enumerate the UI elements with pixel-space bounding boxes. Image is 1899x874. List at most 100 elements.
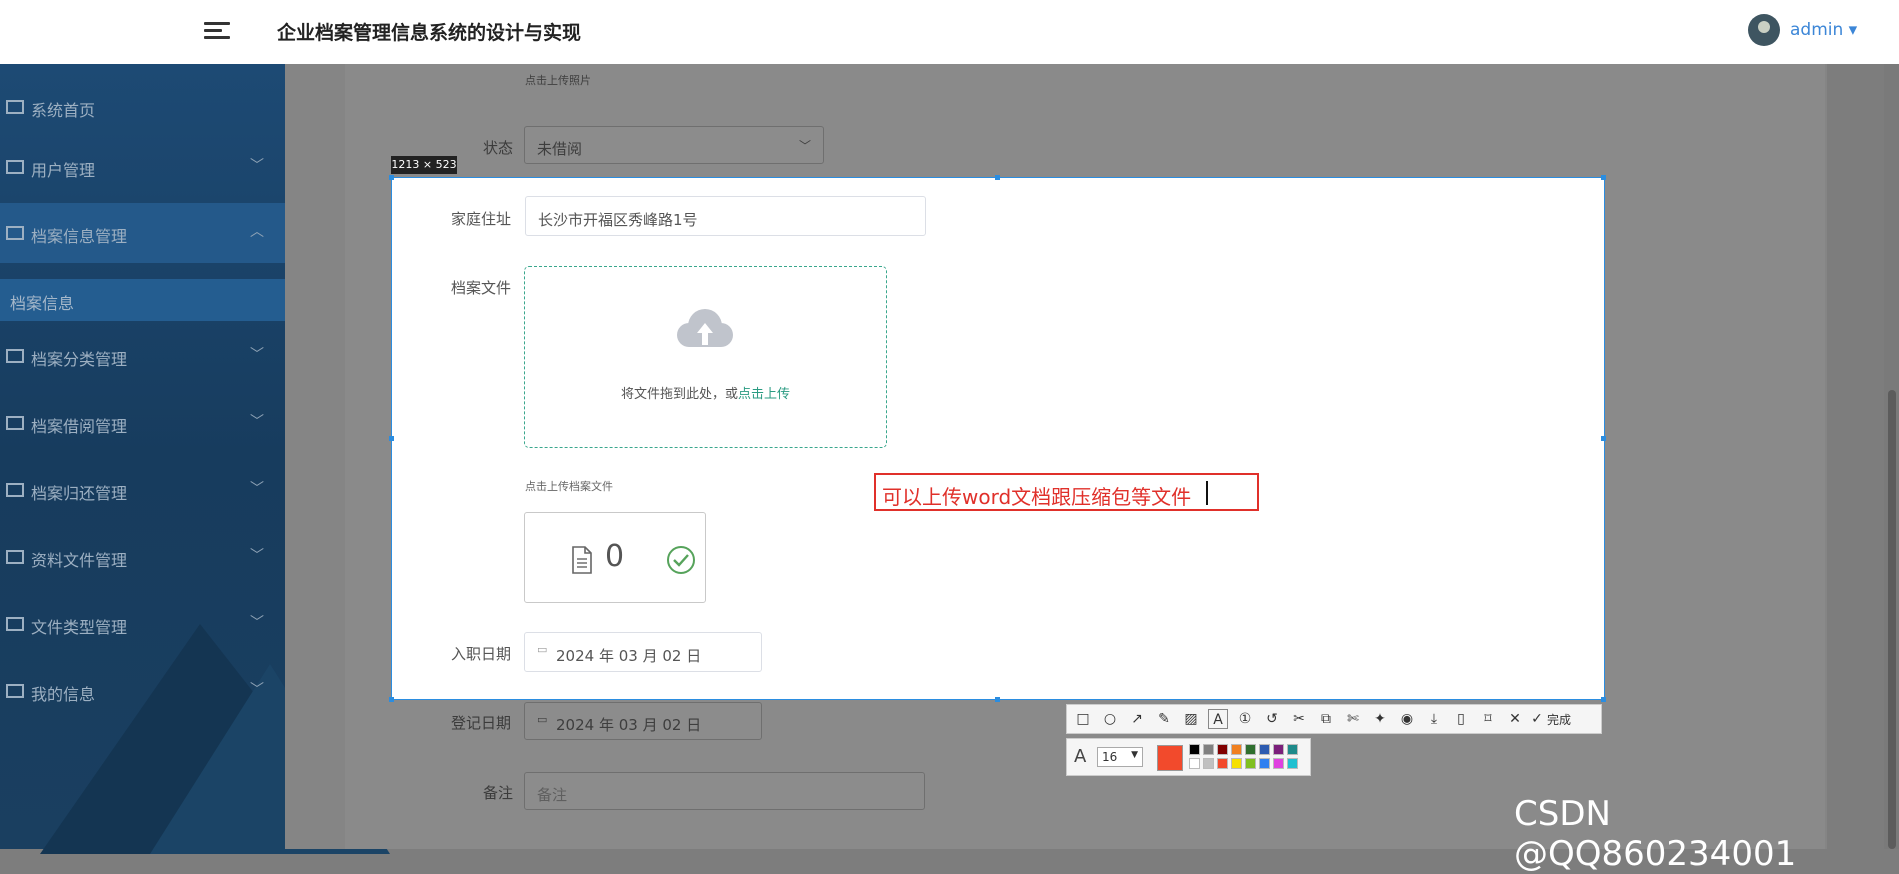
- color-swatch[interactable]: [1287, 758, 1298, 769]
- upload-hint: 将文件拖到此处，或点击上传: [620, 387, 791, 402]
- resize-handle[interactable]: [1601, 436, 1606, 441]
- hire-date-label: 入职日期: [451, 645, 512, 663]
- chevron-icon: ﹀: [250, 158, 264, 174]
- sidebar-item-label: 我的信息: [31, 685, 96, 704]
- color-swatch[interactable]: [1287, 744, 1298, 755]
- download-icon[interactable]: ⤓: [1424, 709, 1444, 729]
- dropdown-arrow-icon: ▼: [1131, 750, 1138, 760]
- address-value: 长沙市开福区秀峰路1号: [538, 211, 698, 229]
- reg-date-value: 2024 年 03 月 02 日: [556, 716, 702, 734]
- upload-cloud-icon: [677, 309, 733, 347]
- sidebar-item[interactable]: 文件类型管理 ﹀: [0, 594, 285, 654]
- close-icon[interactable]: ✕: [1505, 709, 1525, 729]
- scissors-icon[interactable]: ✄: [1343, 709, 1363, 729]
- color-swatch[interactable]: [1203, 744, 1214, 755]
- text-annotation-box[interactable]: 可以上传word文档跟压缩包等文件: [874, 473, 1259, 511]
- chevron-icon: ︿: [250, 224, 264, 240]
- arrow-tool-icon[interactable]: ↗: [1127, 709, 1147, 729]
- color-swatch[interactable]: [1273, 744, 1284, 755]
- upload-link[interactable]: 点击上传: [738, 387, 790, 402]
- capture-toolbar: □ ○ ↗ ✎ ▨ A ① ↺ ✂ ⧉ ✄ ✦ ◉ ⤓ ▯ ⌑ ✕ ✓ 完成: [1066, 704, 1602, 734]
- top-header: 企业档案管理信息系统的设计与实现 admin ▾: [0, 0, 1899, 64]
- uploaded-file-card[interactable]: 0: [524, 512, 706, 603]
- color-swatch[interactable]: [1189, 744, 1200, 755]
- home-icon: [6, 99, 24, 115]
- app-title: 企业档案管理信息系统的设计与实现: [277, 22, 582, 44]
- undo-icon[interactable]: ↺: [1262, 709, 1282, 729]
- sidebar-subitem-archive-info[interactable]: 档案信息: [0, 279, 285, 321]
- done-button[interactable]: 完成: [1547, 711, 1571, 728]
- resize-handle[interactable]: [995, 697, 1000, 702]
- reg-date-label: 登记日期: [451, 714, 512, 732]
- chevron-icon: ﹀: [250, 682, 264, 698]
- sidebar-item[interactable]: 档案借阅管理 ﹀: [0, 393, 285, 453]
- remark-input[interactable]: 备注: [524, 772, 925, 810]
- rectangle-tool-icon[interactable]: □: [1073, 709, 1093, 729]
- reg-date-input[interactable]: ▭ 2024 年 03 月 02 日: [524, 702, 762, 740]
- number-tool-icon[interactable]: ①: [1235, 709, 1255, 729]
- color-swatch[interactable]: [1189, 758, 1200, 769]
- resize-handle[interactable]: [389, 175, 394, 180]
- sidebar-item-label: 档案借阅管理: [31, 417, 128, 436]
- file-count: 0: [605, 539, 625, 574]
- color-swatch[interactable]: [1245, 744, 1256, 755]
- crop-icon[interactable]: ✂: [1289, 709, 1309, 729]
- text-caret: [1206, 481, 1208, 505]
- pen-tool-icon[interactable]: ✎: [1154, 709, 1174, 729]
- check-circle-icon: [667, 546, 695, 574]
- color-swatch[interactable]: [1217, 758, 1228, 769]
- menu-toggle-icon[interactable]: [204, 18, 230, 44]
- resize-handle[interactable]: [389, 436, 394, 441]
- text-tool-icon[interactable]: A: [1208, 709, 1228, 729]
- sidebar-item-label: 文件类型管理: [31, 618, 128, 637]
- ellipse-tool-icon[interactable]: ○: [1100, 709, 1120, 729]
- phone-icon[interactable]: ▯: [1451, 709, 1471, 729]
- record-icon[interactable]: ◉: [1397, 709, 1417, 729]
- address-label: 家庭住址: [451, 210, 512, 228]
- sidebar-item[interactable]: 档案分类管理 ﹀: [0, 326, 285, 386]
- resize-handle[interactable]: [1601, 697, 1606, 702]
- scrollbar-thumb[interactable]: [1888, 390, 1896, 849]
- pin-icon[interactable]: ✦: [1370, 709, 1390, 729]
- sidebar-item[interactable]: 系统首页: [0, 77, 285, 137]
- bookmark-icon[interactable]: ⌑: [1478, 709, 1498, 729]
- ocr-icon[interactable]: ⧉: [1316, 709, 1336, 729]
- list-icon: [6, 616, 24, 632]
- calendar-icon: ▭: [537, 643, 548, 656]
- color-swatch[interactable]: [1217, 744, 1228, 755]
- selection-size-tag: 1213 × 523: [391, 156, 457, 174]
- mosaic-tool-icon[interactable]: ▨: [1181, 709, 1201, 729]
- user-menu[interactable]: admin ▾: [1790, 20, 1857, 40]
- resize-handle[interactable]: [389, 697, 394, 702]
- color-swatch[interactable]: [1259, 758, 1270, 769]
- hire-date-input[interactable]: ▭ 2024 年 03 月 02 日: [524, 632, 762, 672]
- font-icon: A: [1074, 746, 1087, 767]
- resize-handle[interactable]: [995, 175, 1000, 180]
- color-swatch[interactable]: [1231, 758, 1242, 769]
- color-swatch[interactable]: [1259, 744, 1270, 755]
- address-input[interactable]: 长沙市开福区秀峰路1号: [525, 196, 926, 236]
- file-upload-dropzone[interactable]: 将文件拖到此处，或点击上传: [524, 266, 887, 448]
- sidebar-item[interactable]: 档案信息管理 ︿: [0, 203, 285, 263]
- status-select[interactable]: 未借阅 ﹀: [524, 126, 824, 164]
- chevron-icon: ﹀: [250, 548, 264, 564]
- sidebar-item-label: 档案信息管理: [31, 227, 128, 246]
- status-value: 未借阅: [537, 140, 583, 158]
- avatar[interactable]: [1748, 14, 1780, 46]
- check-icon[interactable]: ✓: [1527, 709, 1547, 729]
- font-size-select[interactable]: 16 ▼: [1097, 747, 1143, 767]
- current-color-swatch[interactable]: [1157, 745, 1183, 771]
- sidebar-item-label: 档案归还管理: [31, 484, 128, 503]
- grid-icon: [6, 482, 24, 498]
- resize-handle[interactable]: [1601, 175, 1606, 180]
- sidebar-item[interactable]: 我的信息 ﹀: [0, 661, 285, 721]
- color-swatch[interactable]: [1231, 744, 1242, 755]
- sidebar-item[interactable]: 用户管理 ﹀: [0, 137, 285, 197]
- chevron-icon: ﹀: [250, 347, 264, 363]
- sidebar-item[interactable]: 资料文件管理 ﹀: [0, 527, 285, 587]
- sidebar-item-label: 资料文件管理: [31, 551, 128, 570]
- sidebar-item[interactable]: 档案归还管理 ﹀: [0, 460, 285, 520]
- color-swatch[interactable]: [1273, 758, 1284, 769]
- color-swatch[interactable]: [1245, 758, 1256, 769]
- color-swatch[interactable]: [1203, 758, 1214, 769]
